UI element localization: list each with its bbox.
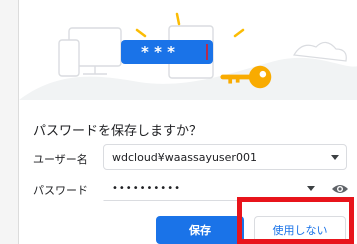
never-button[interactable]: 使用しない xyxy=(254,216,346,244)
username-select[interactable]: wdcloud¥waassayuser001 xyxy=(103,144,347,170)
password-value: •••••••••• xyxy=(112,182,181,194)
password-label: パスワード xyxy=(33,184,88,197)
username-value: wdcloud¥waassayuser001 xyxy=(112,150,257,164)
eye-icon[interactable] xyxy=(331,183,349,195)
dialog-title: パスワードを保存しますか？ xyxy=(33,124,203,139)
username-label: ユーザー名 xyxy=(33,153,88,166)
chevron-down-icon[interactable] xyxy=(307,186,315,191)
password-field[interactable]: •••••••••• xyxy=(103,175,323,201)
save-password-dialog: * * * パスワードを保存しますか？ ユーザー名 wdcloud¥waassa… xyxy=(18,0,357,244)
chevron-down-icon[interactable] xyxy=(331,155,339,160)
save-password-illustration: * * * xyxy=(19,12,357,100)
masked-password-text: * * * xyxy=(141,43,175,61)
key-icon xyxy=(220,65,272,89)
save-button[interactable]: 保存 xyxy=(156,216,244,244)
